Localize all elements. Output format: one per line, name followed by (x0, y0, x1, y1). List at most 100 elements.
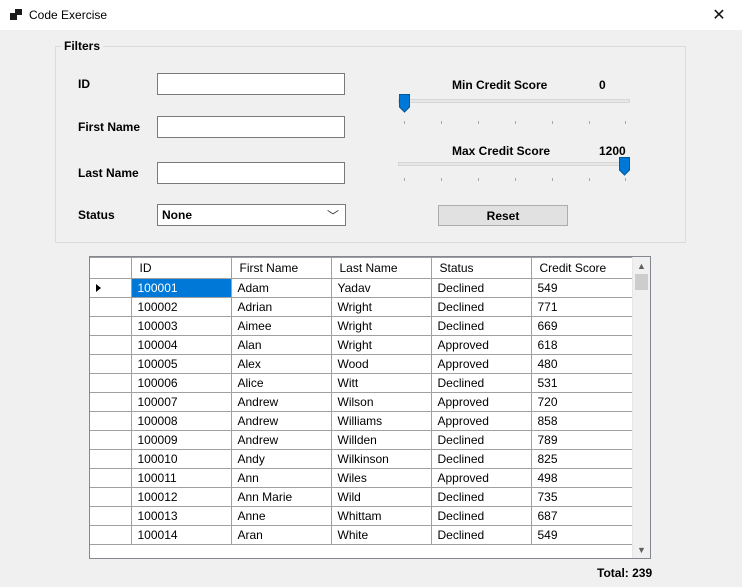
table-cell[interactable]: Wild (330, 487, 432, 507)
table-row[interactable]: 100010 Andy Wilkinson Declined 825 (90, 449, 633, 469)
column-header-credit-score[interactable]: Credit Score (530, 257, 633, 279)
row-header[interactable] (90, 297, 132, 317)
table-cell[interactable]: 100003 (130, 316, 232, 336)
row-header[interactable] (90, 506, 132, 526)
max-credit-track[interactable] (398, 162, 630, 166)
table-row[interactable]: 100011 Ann Wiles Approved 498 (90, 468, 633, 488)
table-cell[interactable]: Approved (430, 468, 532, 488)
table-cell[interactable]: 618 (530, 335, 633, 355)
table-cell[interactable]: Wilkinson (330, 449, 432, 469)
table-cell[interactable]: Declined (430, 449, 532, 469)
table-cell[interactable]: Willden (330, 430, 432, 450)
customer-grid[interactable]: ID First Name Last Name Status Credit Sc… (89, 256, 651, 559)
table-cell[interactable]: 720 (530, 392, 633, 412)
last-name-input[interactable] (157, 162, 345, 184)
table-cell[interactable]: Declined (430, 487, 532, 507)
row-header[interactable] (90, 335, 132, 355)
table-cell[interactable]: 858 (530, 411, 633, 431)
table-cell[interactable]: 100007 (130, 392, 232, 412)
table-row[interactable]: 100009 Andrew Willden Declined 789 (90, 430, 633, 450)
table-row[interactable]: 100008 Andrew Williams Approved 858 (90, 411, 633, 431)
row-header[interactable] (90, 316, 132, 336)
scroll-down-icon[interactable]: ▼ (633, 541, 650, 558)
table-cell[interactable]: Declined (430, 525, 532, 545)
table-cell[interactable]: 498 (530, 468, 633, 488)
table-cell[interactable]: Alice (230, 373, 332, 393)
table-row[interactable]: 100007 Andrew Wilson Approved 720 (90, 392, 633, 412)
table-row[interactable]: 100013 Anne Whittam Declined 687 (90, 506, 633, 526)
table-cell[interactable]: Adrian (230, 297, 332, 317)
table-row[interactable]: 100006 Alice Witt Declined 531 (90, 373, 633, 393)
row-header[interactable] (90, 430, 132, 450)
table-cell[interactable]: 100006 (130, 373, 232, 393)
table-cell[interactable]: 825 (530, 449, 633, 469)
table-cell[interactable]: Alex (230, 354, 332, 374)
table-cell[interactable]: Ann Marie (230, 487, 332, 507)
max-credit-slider-thumb[interactable] (619, 157, 630, 176)
table-cell[interactable]: 100005 (130, 354, 232, 374)
table-cell[interactable]: 480 (530, 354, 633, 374)
first-name-input[interactable] (157, 116, 345, 138)
column-header-status[interactable]: Status (430, 257, 532, 279)
column-header-first-name[interactable]: First Name (230, 257, 332, 279)
table-cell[interactable]: Andrew (230, 411, 332, 431)
row-header[interactable] (90, 373, 132, 393)
scroll-up-icon[interactable]: ▲ (633, 257, 650, 274)
table-cell[interactable]: 549 (530, 278, 633, 298)
row-header[interactable] (90, 278, 132, 298)
table-cell[interactable]: Aimee (230, 316, 332, 336)
table-cell[interactable]: Approved (430, 335, 532, 355)
table-cell[interactable]: Approved (430, 392, 532, 412)
table-cell[interactable]: 549 (530, 525, 633, 545)
table-cell[interactable]: Declined (430, 278, 532, 298)
table-cell[interactable]: Declined (430, 373, 532, 393)
table-cell[interactable]: Witt (330, 373, 432, 393)
table-cell[interactable]: Declined (430, 506, 532, 526)
row-header[interactable] (90, 392, 132, 412)
status-dropdown[interactable]: None ﹀ (157, 204, 346, 226)
table-cell[interactable]: Approved (430, 354, 532, 374)
table-cell[interactable]: Andrew (230, 392, 332, 412)
table-row[interactable]: 100003 Aimee Wright Declined 669 (90, 316, 633, 336)
table-cell[interactable]: 100010 (130, 449, 232, 469)
row-header[interactable] (90, 468, 132, 488)
table-cell[interactable]: Anne (230, 506, 332, 526)
table-row[interactable]: 100004 Alan Wright Approved 618 (90, 335, 633, 355)
table-cell[interactable]: Declined (430, 316, 532, 336)
table-cell[interactable]: White (330, 525, 432, 545)
row-header[interactable] (90, 449, 132, 469)
id-input[interactable] (157, 73, 345, 95)
table-cell[interactable]: Approved (430, 411, 532, 431)
table-cell[interactable]: Ann (230, 468, 332, 488)
table-cell[interactable]: 100001 (130, 278, 232, 298)
table-cell[interactable]: Williams (330, 411, 432, 431)
table-cell[interactable]: 789 (530, 430, 633, 450)
min-credit-track[interactable] (398, 99, 630, 103)
table-cell[interactable]: Declined (430, 430, 532, 450)
table-cell[interactable]: 100013 (130, 506, 232, 526)
scrollbar-thumb[interactable] (635, 274, 648, 290)
table-row[interactable]: 100014 Aran White Declined 549 (90, 525, 633, 545)
table-cell[interactable]: Wright (330, 335, 432, 355)
table-cell[interactable]: 100008 (130, 411, 232, 431)
table-row[interactable]: 100001 Adam Yadav Declined 549 (90, 278, 633, 298)
table-cell[interactable]: 669 (530, 316, 633, 336)
table-cell[interactable]: 687 (530, 506, 633, 526)
table-cell[interactable]: Wood (330, 354, 432, 374)
close-button[interactable]: ✕ (696, 0, 742, 30)
table-cell[interactable]: Wilson (330, 392, 432, 412)
table-cell[interactable]: Yadav (330, 278, 432, 298)
table-cell[interactable]: 531 (530, 373, 633, 393)
table-cell[interactable]: Wright (330, 297, 432, 317)
column-header-last-name[interactable]: Last Name (330, 257, 432, 279)
table-cell[interactable]: Declined (430, 297, 532, 317)
table-row[interactable]: 100012 Ann Marie Wild Declined 735 (90, 487, 633, 507)
table-cell[interactable]: 100002 (130, 297, 232, 317)
table-cell[interactable]: Wiles (330, 468, 432, 488)
table-cell[interactable]: Adam (230, 278, 332, 298)
table-cell[interactable]: 735 (530, 487, 633, 507)
table-cell[interactable]: Alan (230, 335, 332, 355)
table-cell[interactable]: 771 (530, 297, 633, 317)
grid-vertical-scrollbar[interactable]: ▲ ▼ (632, 257, 650, 558)
table-cell[interactable]: 100011 (130, 468, 232, 488)
